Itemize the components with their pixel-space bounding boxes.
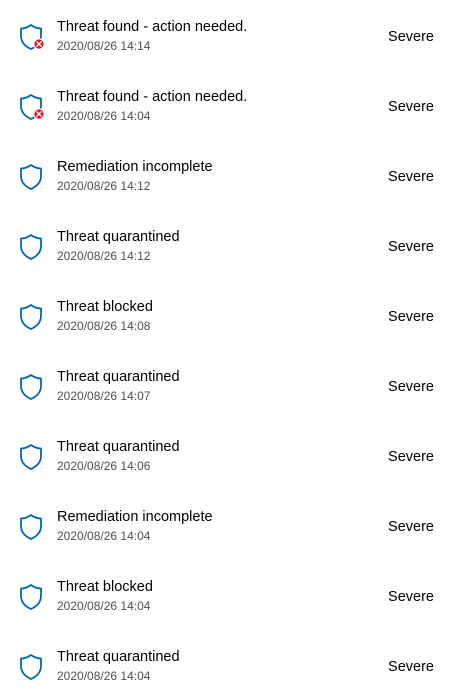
history-item[interactable]: Threat found - action needed. 2020/08/26… bbox=[0, 0, 455, 70]
item-timestamp: 2020/08/26 14:08 bbox=[57, 319, 151, 333]
item-timestamp: 2020/08/26 14:04 bbox=[57, 109, 151, 123]
history-item[interactable]: Threat found - action needed. 2020/08/26… bbox=[0, 70, 455, 140]
shield-icon bbox=[19, 163, 45, 191]
item-title: Threat quarantined bbox=[57, 369, 180, 385]
history-item[interactable]: Threat quarantined 2020/08/26 14:12 Seve… bbox=[0, 210, 455, 280]
item-timestamp: 2020/08/26 14:14 bbox=[57, 39, 151, 53]
item-severity: Severe bbox=[388, 449, 434, 465]
item-severity: Severe bbox=[388, 379, 434, 395]
item-title: Threat found - action needed. bbox=[57, 19, 248, 35]
item-severity: Severe bbox=[388, 99, 434, 115]
item-severity: Severe bbox=[388, 519, 434, 535]
history-item[interactable]: Threat quarantined 2020/08/26 14:04 Seve… bbox=[0, 630, 455, 700]
item-severity: Severe bbox=[388, 169, 434, 185]
shield-icon bbox=[19, 303, 45, 331]
item-title: Threat quarantined bbox=[57, 229, 180, 245]
item-timestamp: 2020/08/26 14:12 bbox=[57, 179, 151, 193]
shield-icon bbox=[19, 93, 45, 121]
item-severity: Severe bbox=[388, 239, 434, 255]
item-title: Threat found - action needed. bbox=[57, 89, 248, 105]
item-severity: Severe bbox=[388, 309, 434, 325]
item-timestamp: 2020/08/26 14:07 bbox=[57, 389, 151, 403]
item-severity: Severe bbox=[388, 29, 434, 45]
protection-history-list: Threat found - action needed. 2020/08/26… bbox=[0, 0, 455, 700]
shield-icon bbox=[19, 373, 45, 401]
error-badge-icon bbox=[33, 38, 45, 50]
history-item[interactable]: Remediation incomplete 2020/08/26 14:12 … bbox=[0, 140, 455, 210]
shield-icon bbox=[19, 653, 45, 681]
item-timestamp: 2020/08/26 14:06 bbox=[57, 459, 151, 473]
item-title: Remediation incomplete bbox=[57, 159, 213, 175]
history-item[interactable]: Threat blocked 2020/08/26 14:04 Severe bbox=[0, 560, 455, 630]
history-item[interactable]: Threat quarantined 2020/08/26 14:07 Seve… bbox=[0, 350, 455, 420]
item-title: Threat blocked bbox=[57, 579, 153, 595]
item-title: Threat blocked bbox=[57, 299, 153, 315]
shield-icon bbox=[19, 233, 45, 261]
history-item[interactable]: Threat blocked 2020/08/26 14:08 Severe bbox=[0, 280, 455, 350]
history-item[interactable]: Remediation incomplete 2020/08/26 14:04 … bbox=[0, 490, 455, 560]
item-timestamp: 2020/08/26 14:04 bbox=[57, 529, 151, 543]
item-title: Remediation incomplete bbox=[57, 509, 213, 525]
item-severity: Severe bbox=[388, 659, 434, 675]
error-badge-icon bbox=[33, 108, 45, 120]
item-timestamp: 2020/08/26 14:04 bbox=[57, 599, 151, 613]
item-timestamp: 2020/08/26 14:04 bbox=[57, 669, 151, 683]
shield-icon bbox=[19, 23, 45, 51]
item-title: Threat quarantined bbox=[57, 649, 180, 665]
shield-icon bbox=[19, 443, 45, 471]
shield-icon bbox=[19, 513, 45, 541]
item-timestamp: 2020/08/26 14:12 bbox=[57, 249, 151, 263]
shield-icon bbox=[19, 583, 45, 611]
history-item[interactable]: Threat quarantined 2020/08/26 14:06 Seve… bbox=[0, 420, 455, 490]
item-title: Threat quarantined bbox=[57, 439, 180, 455]
item-severity: Severe bbox=[388, 589, 434, 605]
